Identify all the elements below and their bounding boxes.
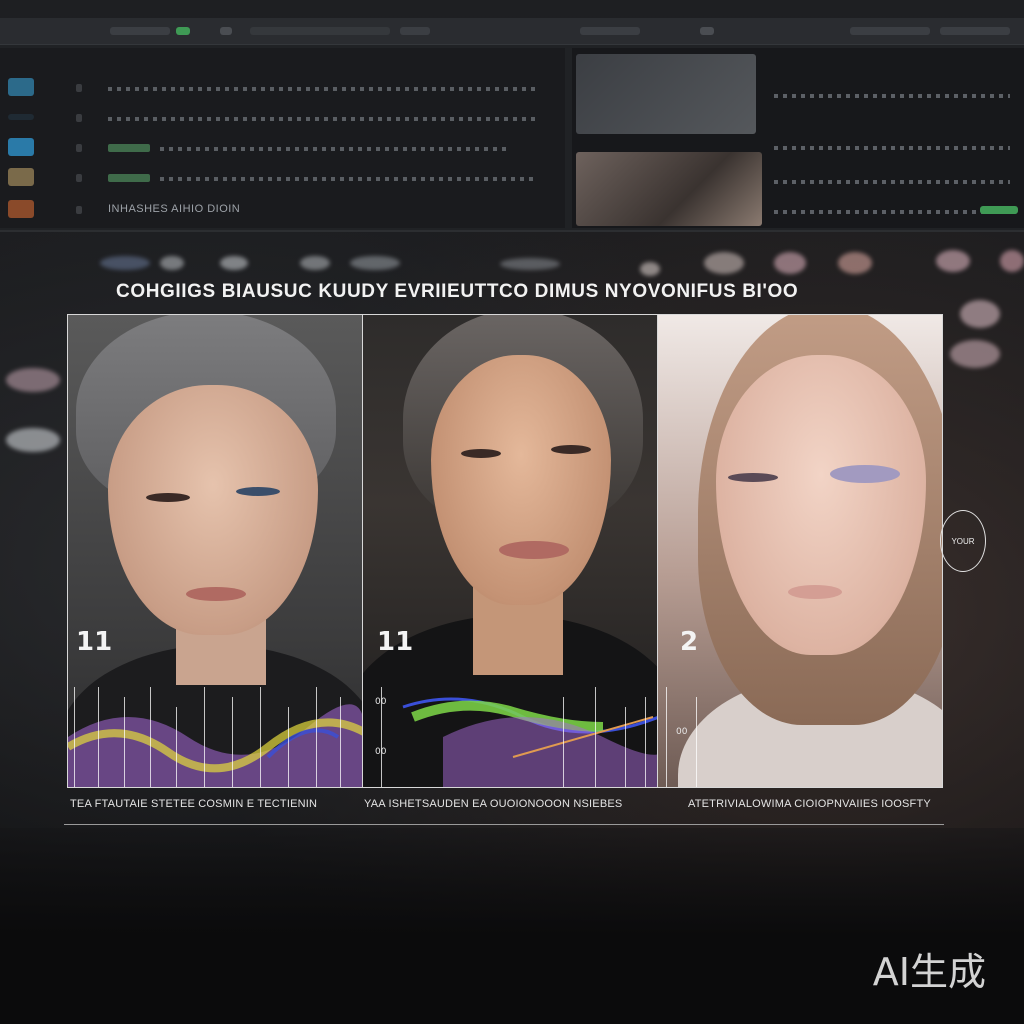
preview-thumbnail	[576, 152, 762, 226]
chart-gridlines	[68, 677, 362, 787]
preview-line	[774, 180, 1010, 184]
thumbnail-icon	[8, 168, 34, 186]
list-item-tag	[108, 174, 150, 182]
list-item	[0, 138, 565, 160]
panel-caption: YAA ISHETSAUDEN EA OUOIONOOON NSIEBES	[364, 798, 623, 810]
toolbar-status-icon	[176, 27, 190, 35]
divider	[64, 824, 944, 825]
list-item	[0, 78, 565, 100]
toolbar-icon	[700, 27, 714, 35]
portrait-panel-1[interactable]: 11	[67, 314, 363, 788]
preview-line	[774, 146, 1010, 150]
preview-pane	[572, 48, 1024, 228]
panel-number: 11	[377, 627, 414, 657]
status-indicator-icon	[76, 144, 82, 152]
preview-thumbnail	[576, 54, 756, 134]
lips	[186, 587, 246, 601]
list-item-line	[108, 87, 538, 91]
chart-gridlines	[363, 677, 657, 787]
thumbnail-icon	[8, 78, 34, 96]
foreground-shadow	[0, 828, 1024, 1024]
eye	[461, 449, 501, 458]
list-item-line	[108, 117, 538, 121]
eye	[236, 487, 280, 496]
watermark: AI生成	[872, 950, 986, 994]
chart-gridlines	[658, 677, 942, 787]
face	[431, 355, 611, 605]
panel-caption: TEA FTAUTAIE STETEE COSMIN E TECTIENIN	[70, 798, 318, 810]
page-title: COHGIIGS BIAUSUC KUUDY EVRIIEUTTCO DIMUS…	[116, 281, 799, 302]
toolbar-icon	[220, 27, 232, 35]
panel-caption: ATETRIVIALOWIMA CIOIOPNVAIIES IOOSFTY	[688, 798, 931, 810]
thumbnail-icon	[8, 200, 34, 218]
thumbnail-icon	[8, 114, 34, 120]
portrait-panel-3[interactable]: 2 00	[657, 314, 943, 788]
background-monitor: INHASHES AIHIO DIOIN	[0, 18, 1024, 232]
monitor-toolbar	[0, 18, 1024, 45]
status-button[interactable]	[980, 206, 1018, 214]
preview-line	[774, 210, 1010, 214]
thumbnail-icon	[8, 138, 34, 156]
status-indicator-icon	[76, 114, 82, 122]
list-item-line	[160, 177, 538, 181]
lips	[499, 541, 569, 559]
toolbar-segment	[940, 27, 1010, 35]
eye	[728, 473, 778, 482]
toolbar-segment	[400, 27, 430, 35]
eye	[830, 465, 900, 483]
eye	[551, 445, 591, 454]
panel-number: 11	[76, 627, 113, 657]
portrait-panel-2[interactable]: 11 00 00	[362, 314, 658, 788]
list-pane: INHASHES AIHIO DIOIN	[0, 48, 565, 228]
list-item	[0, 108, 565, 130]
list-item-tag	[108, 144, 150, 152]
status-indicator-icon	[76, 206, 82, 214]
eye	[146, 493, 190, 502]
preview-line	[774, 94, 1010, 98]
toolbar-segment	[850, 27, 930, 35]
badge-icon: YOUR	[940, 510, 986, 572]
panel-number: 2	[680, 627, 699, 657]
face	[716, 355, 926, 655]
lips	[788, 585, 842, 599]
toolbar-segment	[250, 27, 390, 35]
list-item: INHASHES AIHIO DIOIN	[0, 200, 565, 222]
list-item-label: INHASHES AIHIO DIOIN	[108, 203, 241, 215]
toolbar-segment	[110, 27, 170, 35]
status-indicator-icon	[76, 84, 82, 92]
list-item-line	[160, 147, 510, 151]
list-item	[0, 168, 565, 190]
toolbar-segment	[580, 27, 640, 35]
status-indicator-icon	[76, 174, 82, 182]
